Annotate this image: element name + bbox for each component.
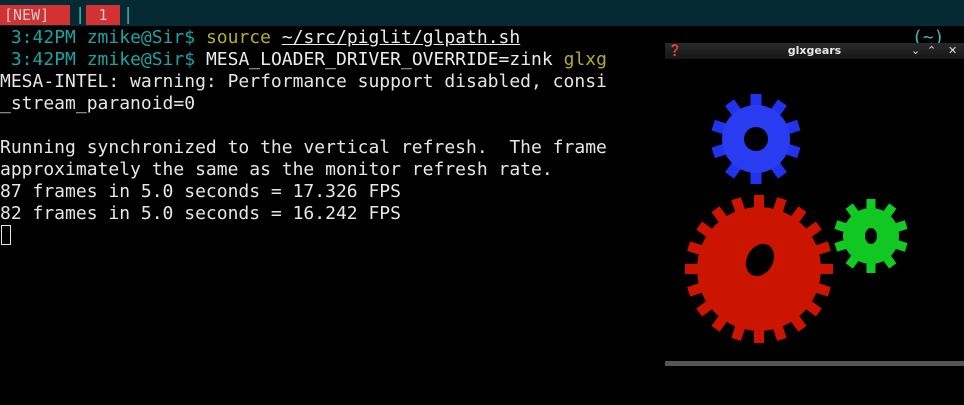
tab-separator: | — [75, 5, 86, 25]
command-arg: glxg — [563, 49, 607, 70]
terminal-cursor — [1, 225, 11, 245]
tab-bar: [NEW] | 1 | — [0, 0, 964, 26]
window-bottom-border — [665, 361, 964, 366]
close-icon[interactable]: ✕ — [948, 43, 957, 59]
glxgears-window[interactable]: ❓ glxgears ⌄ ⌃ ✕ — [665, 43, 964, 366]
window-titlebar[interactable]: ❓ glxgears ⌄ ⌃ ✕ — [665, 43, 964, 59]
terminal-line: _stream_paranoid=0 — [0, 93, 196, 114]
command-arg: ~/src/piglit/glpath.sh — [281, 27, 521, 48]
command: source — [205, 27, 271, 48]
prompt-user: zmike@Sir$ — [86, 27, 196, 48]
blue-gear — [711, 94, 801, 184]
red-gear — [685, 195, 833, 343]
terminal-line: Running synchronized to the vertical ref… — [0, 137, 607, 158]
prompt-user: zmike@Sir$ — [86, 49, 196, 70]
green-gear — [834, 199, 908, 273]
maximize-icon[interactable]: ⌃ — [927, 43, 936, 59]
tab-new[interactable]: [NEW] — [0, 5, 70, 25]
terminal-line: approximately the same as the monitor re… — [0, 159, 553, 180]
minimize-icon[interactable]: ⌄ — [911, 43, 920, 59]
prompt-time: 3:42PM — [10, 27, 76, 48]
terminal-line: MESA-INTEL: warning: Performance support… — [0, 71, 607, 92]
terminal-line: 3:42PM zmike@Sir$ source ~/src/piglit/gl… — [0, 27, 520, 49]
tab-1[interactable]: 1 — [86, 5, 120, 25]
gears-canvas — [665, 59, 964, 361]
terminal-line: 3:42PM zmike@Sir$ MESA_LOADER_DRIVER_OVE… — [0, 49, 607, 71]
terminal-line: 82 frames in 5.0 seconds = 16.242 FPS — [0, 203, 401, 224]
prompt-time: 3:42PM — [10, 49, 76, 70]
command: MESA_LOADER_DRIVER_OVERRIDE=zink — [205, 49, 553, 70]
tab-separator: | — [123, 5, 134, 25]
terminal-line: 87 frames in 5.0 seconds = 17.326 FPS — [0, 181, 401, 202]
